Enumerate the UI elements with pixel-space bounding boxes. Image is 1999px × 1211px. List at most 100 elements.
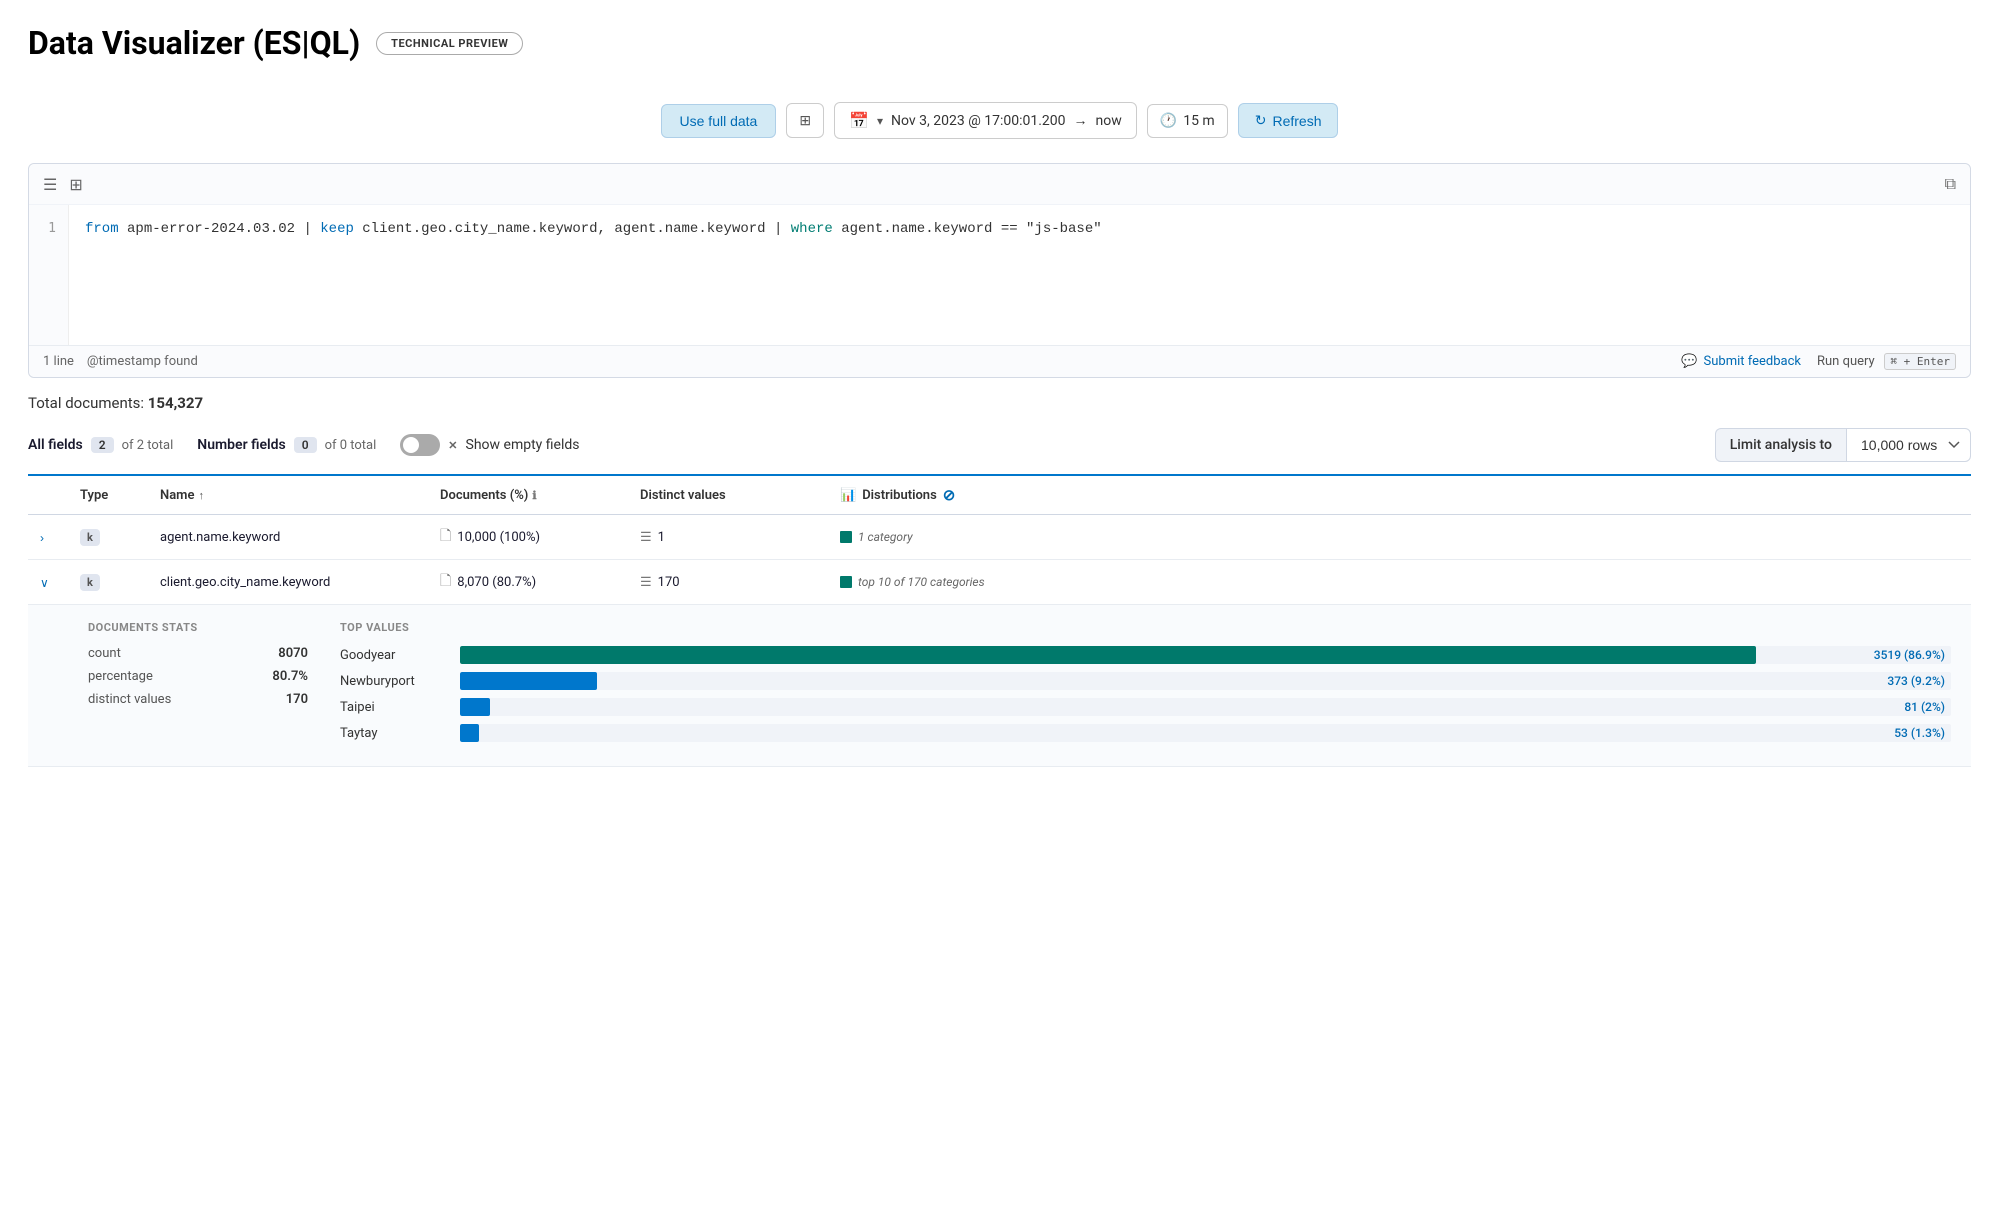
expand-cell-1[interactable]: › <box>28 515 68 560</box>
query-editor-body[interactable]: 1 from apm-error-2024.03.02 | keep clien… <box>29 205 1970 345</box>
stat-row-distinct: distinct values 170 <box>88 692 308 707</box>
dist-bar-1 <box>840 531 852 543</box>
col-header-name: Name ↑ <box>148 475 428 515</box>
top-value-count-taipei: 81 (2%) <box>1904 700 1945 714</box>
top-value-row-newburyport: Newburyport 373 (9.2%) <box>340 672 1951 690</box>
top-value-count-goodyear: 3519 (86.9%) <box>1874 648 1945 662</box>
query-index-name: apm-error-2024.03.02 <box>127 221 303 237</box>
top-value-bar-fill-taipei <box>460 698 490 716</box>
stat-row-count: count 8070 <box>88 646 308 661</box>
refresh-icon: ↻ <box>1255 112 1267 129</box>
top-value-bar-goodyear: 3519 (86.9%) <box>460 646 1951 664</box>
feedback-icon: 💬 <box>1681 354 1697 369</box>
sort-up-icon: ↑ <box>198 489 204 502</box>
dist-bar-2 <box>840 576 852 588</box>
toolbar: Use full data ⊞ 📅 ▾ Nov 3, 2023 @ 17:00:… <box>28 94 1971 147</box>
limit-select[interactable]: 10,000 rows <box>1846 428 1971 462</box>
run-query-shortcut: ⌘ + Enter <box>1884 353 1956 370</box>
use-full-data-button[interactable]: Use full data <box>661 104 777 138</box>
time-range-picker[interactable]: 📅 ▾ Nov 3, 2023 @ 17:00:01.200 → now <box>834 102 1137 139</box>
stat-value-count: 8070 <box>278 646 308 661</box>
grid-icon: ⊞ <box>799 112 811 128</box>
expand-button-1[interactable]: › <box>40 529 44 545</box>
dist-toggle-icon[interactable]: ⊘ <box>943 486 956 504</box>
query-editor-container: ☰ ⊞ ⧉ 1 from apm-error-2024.03.02 | keep… <box>28 163 1971 378</box>
chevron-right-icon: › <box>40 531 44 545</box>
time-range-end: now <box>1096 113 1122 129</box>
name-sort-control[interactable]: Name ↑ <box>160 488 416 503</box>
table-header-row: Type Name ↑ Documents (%) ℹ Distinct v <box>28 475 1971 515</box>
type-cell-2: k <box>68 560 148 605</box>
editor-grid-icon: ⊞ <box>69 175 82 194</box>
all-fields-count-badge: 2 <box>91 437 114 453</box>
all-fields-group: All fields 2 of 2 total <box>28 437 173 453</box>
col-header-type: Type <box>68 475 148 515</box>
stat-label-distinct: distinct values <box>88 692 171 707</box>
query-footer-right: 💬 Submit feedback Run query ⌘ + Enter <box>1681 354 1956 369</box>
line-numbers: 1 <box>29 205 69 345</box>
dist-chart-icon: 📊 <box>840 488 856 503</box>
query-fields: client.geo.city_name.keyword, agent.name… <box>362 221 774 237</box>
top-value-row-taytay: Taytay 53 (1.3%) <box>340 724 1951 742</box>
toggle-slider <box>400 434 440 456</box>
doc-stats-title: DOCUMENTS STATS <box>88 621 308 634</box>
distinct-icon-2: ☰ <box>640 575 652 590</box>
copy-icon[interactable]: ⧉ <box>1945 174 1956 194</box>
grid-button[interactable]: ⊞ <box>786 103 824 138</box>
query-condition: agent.name.keyword == "js-base" <box>841 221 1101 237</box>
stat-value-distinct: 170 <box>286 692 308 707</box>
col-header-documents: Documents (%) ℹ <box>428 475 628 515</box>
fields-header: All fields 2 of 2 total Number fields 0 … <box>28 428 1971 462</box>
show-empty-label: Show empty fields <box>466 437 580 453</box>
query-content[interactable]: from apm-error-2024.03.02 | keep client.… <box>69 205 1970 345</box>
number-fields-label: Number fields <box>197 437 285 453</box>
submit-feedback-button[interactable]: 💬 Submit feedback <box>1681 354 1801 369</box>
top-value-count-taytay: 53 (1.3%) <box>1894 726 1945 740</box>
top-value-label-newburyport: Newburyport <box>340 674 460 689</box>
top-value-bar-newburyport: 373 (9.2%) <box>460 672 1951 690</box>
top-value-bar-fill-taytay <box>460 724 479 742</box>
top-values-panel: TOP VALUES Goodyear 3519 (86.9%) <box>308 621 1951 746</box>
tech-preview-badge: TECHNICAL PREVIEW <box>376 32 523 55</box>
stat-row-pct: percentage 80.7% <box>88 669 308 684</box>
show-empty-toggle[interactable] <box>400 434 440 456</box>
number-fields-group: Number fields 0 of 0 total <box>197 437 376 453</box>
info-icon[interactable]: ℹ <box>532 489 536 502</box>
expand-cell-2[interactable]: ∨ <box>28 560 68 605</box>
top-value-bar-taytay: 53 (1.3%) <box>460 724 1951 742</box>
show-empty-toggle-group: ✕ Show empty fields <box>400 434 579 456</box>
results-section: Total documents: 154,327 All fields 2 of… <box>28 378 1971 783</box>
all-fields-total: of 2 total <box>122 438 174 453</box>
query-editor-toolbar: ☰ ⊞ ⧉ <box>29 164 1970 205</box>
limit-analysis-control: Limit analysis to 10,000 rows <box>1715 428 1971 462</box>
top-value-bar-taipei: 81 (2%) <box>460 698 1951 716</box>
total-docs: Total documents: 154,327 <box>28 394 1971 412</box>
distinct-icon-1: ☰ <box>640 530 652 545</box>
dist-cell-2: top 10 of 170 categories <box>828 560 1971 605</box>
name-cell-2: client.geo.city_name.keyword <box>148 560 428 605</box>
line-count: 1 line <box>43 354 74 369</box>
refresh-button[interactable]: ↻ Refresh <box>1238 103 1339 138</box>
col-header-distributions: 📊 Distributions ⊘ <box>828 475 1971 515</box>
stat-value-pct: 80.7% <box>272 669 308 684</box>
calendar-icon: 📅 <box>849 111 869 130</box>
chevron-down-icon-row: ∨ <box>40 576 49 590</box>
top-value-count-newburyport: 373 (9.2%) <box>1887 674 1945 688</box>
number-fields-total: of 0 total <box>325 438 377 453</box>
type-badge-1: k <box>80 529 100 546</box>
doc-stats-panel: DOCUMENTS STATS count 8070 percentage 80… <box>88 621 308 746</box>
limit-label: Limit analysis to <box>1715 428 1846 462</box>
table-row: ∨ k client.geo.city_name.keyword 🗋 8,070… <box>28 560 1971 605</box>
stat-label-pct: percentage <box>88 669 153 684</box>
chevron-down-icon: ▾ <box>877 114 883 128</box>
query-from-keyword: from <box>85 221 119 237</box>
toggle-x-label: ✕ <box>448 439 457 452</box>
query-where-keyword: where <box>791 221 833 237</box>
query-pipe2: | <box>774 221 791 237</box>
table-row: › k agent.name.keyword 🗋 10,000 (100%) <box>28 515 1971 560</box>
refresh-interval-picker[interactable]: 🕐 15 m <box>1147 104 1228 138</box>
query-footer-left: 1 line @timestamp found <box>43 354 198 369</box>
docs-icon-1: 🗋 <box>440 525 451 549</box>
top-value-label-taytay: Taytay <box>340 726 460 741</box>
expand-button-2[interactable]: ∨ <box>40 574 49 590</box>
